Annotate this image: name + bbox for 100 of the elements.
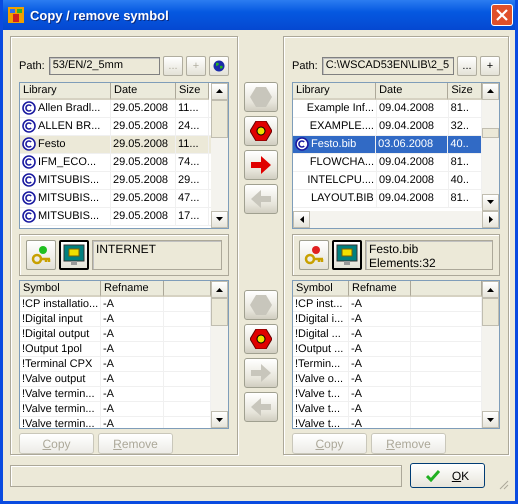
table-cell: 09.04.2008 bbox=[379, 174, 434, 186]
column-header[interactable]: Symbol bbox=[293, 281, 349, 298]
vertical-scrollbar[interactable] bbox=[211, 281, 228, 428]
close-icon bbox=[496, 9, 508, 21]
library-row[interactable]: IFM_ECO... 29.05.2008 74... bbox=[20, 154, 211, 172]
table-cell: !Valve termin... bbox=[22, 388, 95, 400]
vertical-scrollbar[interactable] bbox=[482, 82, 499, 211]
scroll-right-icon[interactable] bbox=[488, 216, 492, 223]
monitor-icon bbox=[336, 244, 358, 266]
add-button[interactable]: + bbox=[480, 56, 500, 76]
path-field[interactable]: C:\WSCAD53EN\LIB\2_5 bbox=[322, 56, 454, 75]
scroll-down-icon[interactable] bbox=[487, 200, 494, 204]
column-header[interactable]: Library bbox=[293, 82, 376, 100]
symbol-row[interactable]: !Digital input -A bbox=[20, 312, 211, 328]
transfer-button[interactable] bbox=[244, 116, 278, 146]
library-list[interactable] bbox=[19, 82, 229, 229]
column-header bbox=[164, 281, 211, 298]
table-cell: 29.05.2008 bbox=[113, 174, 168, 186]
scroll-down-icon[interactable] bbox=[216, 418, 223, 422]
horizontal-scrollbar[interactable] bbox=[293, 210, 499, 228]
info-text: INTERNET bbox=[96, 242, 157, 256]
symbol-row[interactable]: !Valve t... -A bbox=[293, 387, 482, 402]
table-cell: 81.. bbox=[450, 192, 469, 204]
table-cell: 29.05.2008 bbox=[113, 102, 168, 114]
library-row[interactable]: FLOWCHA... 09.04.2008 81.. bbox=[293, 154, 482, 172]
resize-grip-icon[interactable] bbox=[499, 480, 509, 490]
library-row[interactable]: LAYOUT.BIB 09.04.2008 81.. bbox=[293, 190, 482, 208]
column-header[interactable]: Symbol bbox=[20, 281, 101, 298]
symbol-list[interactable]: Symbol Refname !CP inst... -A !Digital i... -A !Digital ... -A !Output ... -A !Termin... -A !Valve o... -A !Valve t... -A !Valve t... -A !Valve t... -A bbox=[292, 280, 500, 429]
scroll-up-icon[interactable] bbox=[487, 89, 494, 94]
column-header[interactable]: Library bbox=[20, 82, 111, 100]
symbol-row[interactable]: !CP installatio... -A bbox=[20, 297, 211, 312]
table-cell: -A bbox=[351, 388, 362, 400]
library-row[interactable]: Example Inf... 09.04.2008 81.. bbox=[293, 100, 482, 118]
path-label: Path: bbox=[19, 60, 45, 72]
close-button[interactable] bbox=[491, 4, 513, 26]
symbol-row[interactable]: !Digital output -A bbox=[20, 327, 211, 342]
table-cell: !Terminal CPX bbox=[22, 358, 92, 370]
table-cell: IFM_ECO... bbox=[38, 156, 96, 168]
symbol-row[interactable]: !CP inst... -A bbox=[293, 297, 482, 312]
column-header[interactable]: Refname bbox=[349, 281, 411, 298]
scroll-up-icon[interactable] bbox=[216, 89, 223, 94]
column-header[interactable]: Size bbox=[448, 82, 482, 100]
key-button[interactable] bbox=[299, 240, 329, 270]
symbol-row[interactable]: !Valve t... -A bbox=[293, 402, 482, 418]
library-row[interactable]: Allen Bradl... 29.05.2008 11... bbox=[20, 100, 211, 118]
diamond-icon bbox=[250, 329, 272, 349]
symbol-row[interactable]: !Valve output -A bbox=[20, 372, 211, 388]
transfer-button[interactable] bbox=[244, 324, 278, 354]
table-cell: -A bbox=[351, 298, 362, 310]
table-cell: -A bbox=[103, 418, 114, 428]
symbol-row[interactable]: !Terminal CPX -A bbox=[20, 357, 211, 372]
vertical-scrollbar[interactable] bbox=[211, 82, 228, 228]
path-field[interactable]: 53/EN/2_5mm bbox=[48, 56, 160, 75]
scroll-down-icon[interactable] bbox=[487, 418, 494, 422]
scroll-up-icon[interactable] bbox=[216, 288, 223, 292]
symbol-row[interactable]: !Output ... -A bbox=[293, 342, 482, 358]
ok-button[interactable]: OK bbox=[410, 463, 485, 488]
library-row[interactable]: Festo 29.05.2008 11... bbox=[20, 136, 211, 154]
arrow-left-icon bbox=[250, 398, 270, 416]
scroll-up-icon[interactable] bbox=[487, 288, 494, 292]
symbol-row[interactable]: !Valve termin... -A bbox=[20, 387, 211, 402]
table-cell: -A bbox=[103, 373, 114, 386]
column-header[interactable]: Size bbox=[176, 82, 209, 100]
scroll-thumb[interactable] bbox=[482, 298, 499, 326]
scroll-left-icon[interactable] bbox=[300, 216, 304, 223]
table-cell: !Valve o... bbox=[295, 373, 344, 386]
table-cell: -A bbox=[351, 313, 362, 326]
table-cell: 29.05.2008 bbox=[113, 192, 168, 204]
hexagon-icon bbox=[250, 295, 272, 315]
column-header[interactable]: Date bbox=[111, 82, 176, 100]
scroll-thumb[interactable] bbox=[211, 298, 228, 326]
library-row[interactable]: MITSUBIS... 29.05.2008 29... bbox=[20, 172, 211, 190]
column-header[interactable]: Date bbox=[376, 82, 448, 100]
library-row[interactable]: MITSUBIS... 29.05.2008 17... bbox=[20, 208, 211, 226]
table-cell: !Digital i... bbox=[295, 313, 344, 326]
globe-button[interactable] bbox=[209, 56, 229, 76]
symbol-row[interactable]: !Digital i... -A bbox=[293, 312, 482, 328]
table-cell: 29.05.2008 bbox=[113, 210, 168, 222]
symbol-list[interactable]: Symbol Refname !CP installatio... -A !Digital input -A !Digital output -A !Output 1pol -A !Terminal CPX -A !Valve output -A !Valve termin... -A !Valve termin... -A !Valve termin... -A bbox=[19, 280, 229, 429]
vertical-scrollbar[interactable] bbox=[482, 281, 499, 428]
monitor-button[interactable] bbox=[332, 240, 362, 270]
symbol-row[interactable]: !Termin... -A bbox=[293, 357, 482, 372]
monitor-button[interactable] bbox=[59, 240, 89, 270]
path-label: Path: bbox=[292, 60, 318, 72]
symbol-row[interactable]: !Output 1pol -A bbox=[20, 342, 211, 358]
symbol-row[interactable]: !Digital ... -A bbox=[293, 327, 482, 342]
symbol-row[interactable]: !Valve o... -A bbox=[293, 372, 482, 388]
library-row[interactable]: Festo.bib 03.06.2008 40.. bbox=[293, 136, 482, 154]
browse-button[interactable]: ... bbox=[457, 56, 477, 76]
scroll-thumb[interactable] bbox=[482, 128, 499, 138]
symbol-row[interactable]: !Valve termin... -A bbox=[20, 402, 211, 418]
table-cell: 74... bbox=[178, 156, 200, 168]
library-row[interactable]: MITSUBIS... 29.05.2008 47... bbox=[20, 190, 211, 208]
table-cell: 40.. bbox=[450, 174, 469, 186]
scroll-thumb[interactable] bbox=[211, 100, 228, 138]
column-header[interactable]: Refname bbox=[101, 281, 164, 298]
library-row[interactable]: INTELCPU.... 09.04.2008 40.. bbox=[293, 172, 482, 190]
scroll-down-icon[interactable] bbox=[216, 217, 223, 222]
library-list[interactable]: Library Date Size Example Inf... 09.04.2008 81.. EXAMPLE.... 09.04.2008 32.. Festo.bib 03.06.2008 40.. FLOWCHA... 09.04.2008 81.. INTELCPU.... 09.04.2008 40.. LAYOUT.BIB 09.04.2008 81.. bbox=[292, 82, 500, 229]
